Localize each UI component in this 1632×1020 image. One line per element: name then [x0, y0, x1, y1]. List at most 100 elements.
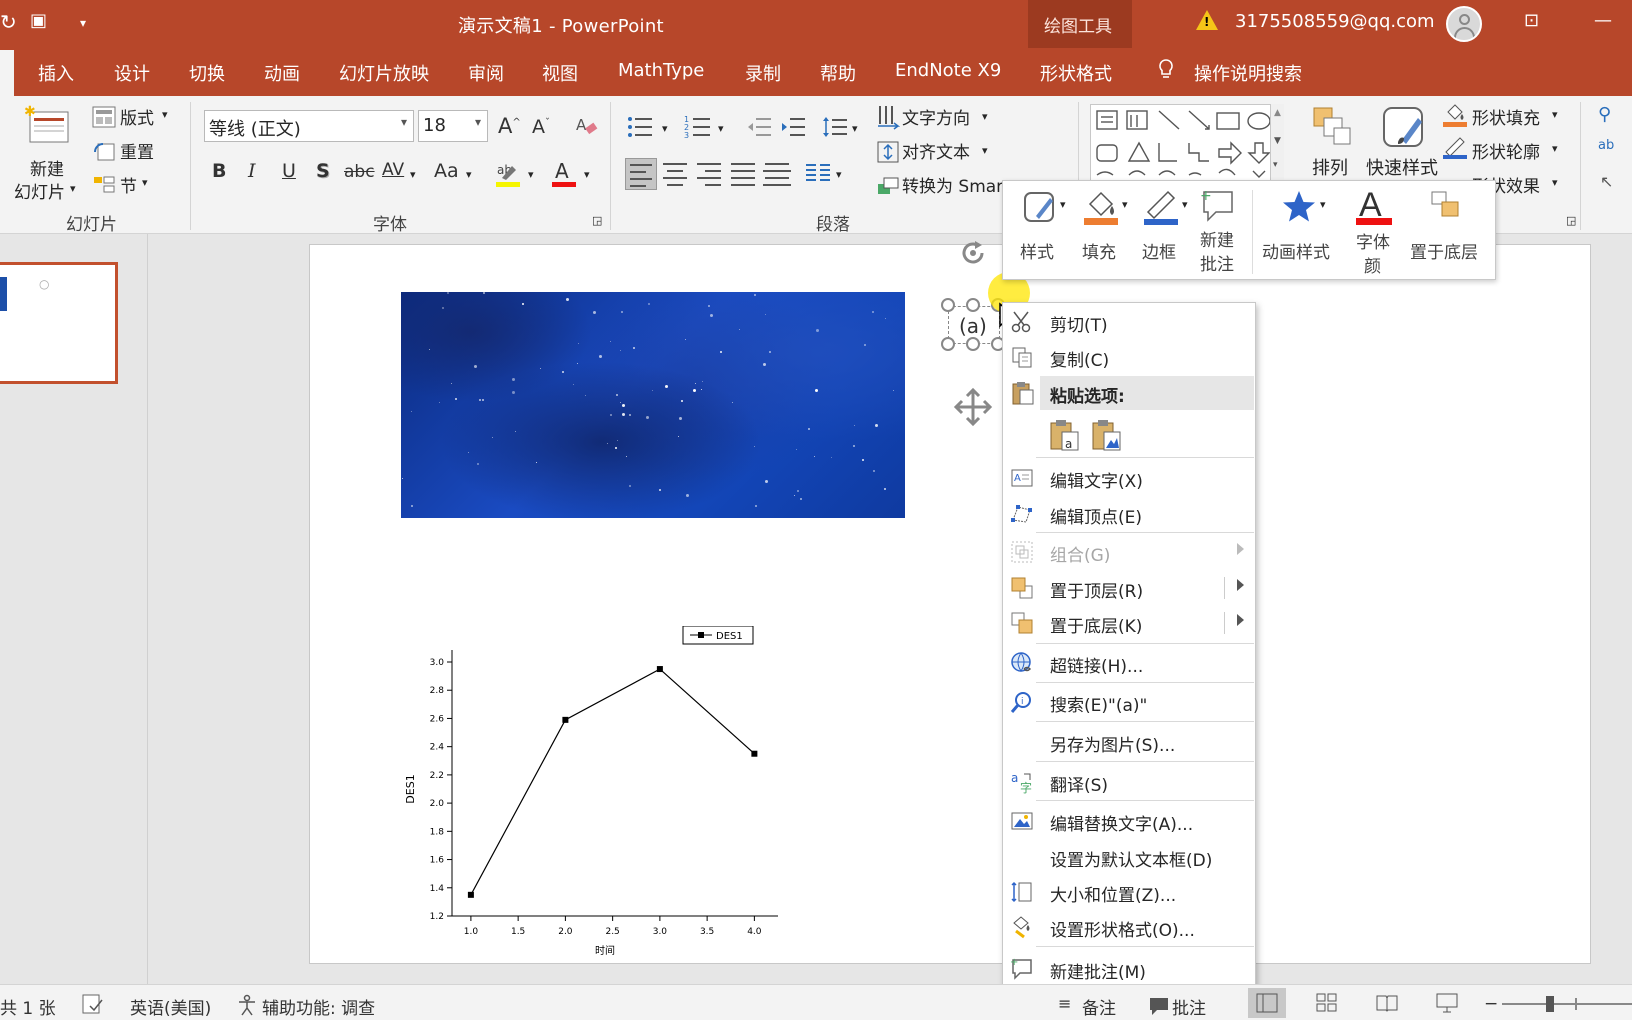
- align-center-button[interactable]: [659, 158, 691, 190]
- tab-home-sliver[interactable]: [0, 50, 14, 96]
- align-text-icon[interactable]: [876, 140, 900, 164]
- distributed-button[interactable]: [761, 158, 793, 190]
- section-dropdown-icon[interactable]: ▾: [142, 176, 148, 189]
- tab-review[interactable]: 审阅: [468, 60, 504, 86]
- text-direction-dropdown-icon[interactable]: ▾: [982, 110, 988, 123]
- avatar[interactable]: [1446, 6, 1482, 42]
- paste-keep-text-icon[interactable]: a: [1048, 418, 1080, 452]
- menu-item-search[interactable]: i 搜索(E)"(a)": [1002, 685, 1256, 719]
- move-icon[interactable]: [952, 386, 994, 428]
- outline-icon[interactable]: [1142, 188, 1180, 226]
- shape-outline-button[interactable]: 形状轮廓: [1472, 138, 1540, 163]
- outline-button[interactable]: 边框: [1142, 238, 1176, 263]
- new-slide-label-2[interactable]: 幻灯片: [14, 178, 65, 203]
- change-case-dropdown-icon[interactable]: ▾: [466, 168, 472, 181]
- align-text-button[interactable]: 对齐文本: [902, 138, 970, 163]
- slide-count[interactable]: 共 1 张: [0, 994, 56, 1019]
- text-direction-button[interactable]: 文字方向: [902, 104, 970, 129]
- character-spacing-dropdown-icon[interactable]: ▾: [410, 168, 416, 181]
- layout-button[interactable]: 版式: [120, 104, 154, 129]
- tab-animations[interactable]: 动画: [264, 60, 300, 86]
- submenu-arrow-icon[interactable]: [1237, 614, 1244, 626]
- starfield-image[interactable]: [401, 292, 905, 518]
- slide-thumbnail-1[interactable]: ○: [0, 262, 118, 384]
- arrange-button[interactable]: 排列: [1312, 154, 1348, 180]
- arrange-icon[interactable]: [1310, 104, 1354, 148]
- language-status[interactable]: 英语(美国): [130, 994, 211, 1019]
- line-spacing-dropdown-icon[interactable]: ▾: [852, 122, 858, 135]
- slide-sorter-button[interactable]: [1308, 988, 1346, 1018]
- menu-item-copy[interactable]: 复制(C): [1002, 340, 1256, 374]
- font-color-icon[interactable]: A: [550, 158, 578, 188]
- zoom-slider[interactable]: [1502, 1003, 1632, 1005]
- fill-dropdown-icon[interactable]: ▾: [1122, 198, 1128, 211]
- font-size-dropdown-icon[interactable]: ▾: [475, 115, 481, 129]
- tab-record[interactable]: 录制: [745, 60, 781, 86]
- comments-button[interactable]: 批注: [1172, 994, 1206, 1019]
- find-icon[interactable]: ⚲: [1598, 104, 1611, 125]
- tell-me-search[interactable]: 操作说明搜索: [1194, 60, 1302, 86]
- font-name-dropdown-icon[interactable]: ▾: [401, 115, 407, 129]
- text-direction-icon[interactable]: [876, 104, 900, 130]
- spelling-check-icon[interactable]: [82, 994, 104, 1014]
- shape-fill-icon[interactable]: [1442, 102, 1468, 128]
- menu-item-hyperlink[interactable]: 超链接(H)...: [1002, 646, 1256, 680]
- tab-shape-format[interactable]: 形状格式: [1040, 60, 1112, 86]
- tab-transitions[interactable]: 切换: [189, 60, 225, 86]
- slideshow-view-button[interactable]: [1428, 988, 1466, 1018]
- align-text-dropdown-icon[interactable]: ▾: [982, 144, 988, 157]
- quick-styles-button[interactable]: 快速样式: [1366, 154, 1438, 180]
- shadow-button[interactable]: S: [316, 160, 330, 182]
- submenu-arrow-icon[interactable]: [1237, 579, 1244, 591]
- shape-fill-dropdown-icon[interactable]: ▾: [1552, 108, 1558, 121]
- menu-item-edit-points[interactable]: 编辑顶点(E): [1002, 497, 1256, 531]
- zoom-slider-thumb[interactable]: [1546, 996, 1554, 1012]
- new-comment-label-2[interactable]: 批注: [1200, 250, 1234, 275]
- highlight-color-icon[interactable]: ab: [494, 158, 522, 188]
- account-email[interactable]: 3175508559@qq.com: [1235, 11, 1435, 32]
- shape-outline-dropdown-icon[interactable]: ▾: [1552, 142, 1558, 155]
- decrease-indent-icon[interactable]: [746, 114, 772, 140]
- columns-dropdown-icon[interactable]: ▾: [836, 168, 842, 181]
- accessibility-icon[interactable]: [236, 994, 258, 1016]
- bullets-dropdown-icon[interactable]: ▾: [662, 122, 668, 135]
- resize-handle[interactable]: [941, 298, 955, 312]
- new-slide-label[interactable]: 新建: [30, 155, 64, 180]
- fill-button[interactable]: 填充: [1082, 238, 1116, 263]
- resize-handle[interactable]: [966, 337, 980, 351]
- menu-item-bring-to-front[interactable]: 置于顶层(R): [1002, 571, 1256, 605]
- change-case-button[interactable]: Aa: [434, 160, 459, 182]
- accessibility-status[interactable]: 辅助功能: 调查: [262, 994, 375, 1019]
- section-button[interactable]: 节: [120, 172, 137, 197]
- replace-icon[interactable]: ab: [1598, 138, 1614, 153]
- align-left-button[interactable]: [625, 158, 657, 190]
- zoom-out-icon[interactable]: −: [1484, 994, 1498, 1014]
- style-button[interactable]: 样式: [1020, 238, 1054, 263]
- tab-slideshow[interactable]: 幻灯片放映: [339, 60, 429, 86]
- menu-item-translate[interactable]: a字 翻译(S): [1002, 765, 1256, 799]
- shapes-gallery-icons[interactable]: [1093, 107, 1273, 179]
- columns-icon[interactable]: [804, 160, 832, 186]
- shape-effects-dropdown-icon[interactable]: ▾: [1552, 176, 1558, 189]
- character-spacing-button[interactable]: AV: [382, 160, 404, 180]
- new-comment-icon[interactable]: +: [1200, 188, 1238, 222]
- select-icon[interactable]: ↖: [1600, 172, 1613, 191]
- tab-help[interactable]: 帮助: [820, 60, 856, 86]
- bullets-icon[interactable]: [626, 114, 654, 140]
- underline-button[interactable]: U: [282, 160, 296, 182]
- highlight-dropdown-icon[interactable]: ▾: [528, 168, 534, 181]
- menu-item-edit-alt-text[interactable]: 编辑替换文字(A)...: [1002, 804, 1256, 838]
- menu-item-save-as-picture[interactable]: 另存为图片(S)...: [1002, 725, 1256, 759]
- bold-button[interactable]: B: [212, 160, 226, 182]
- font-color-dropdown-icon[interactable]: ▾: [584, 168, 590, 181]
- menu-item-send-to-back[interactable]: 置于底层(K): [1002, 606, 1256, 640]
- selected-textbox-text[interactable]: (a): [959, 314, 987, 338]
- justify-button[interactable]: [727, 158, 759, 190]
- minimize-icon[interactable]: —: [1594, 10, 1612, 31]
- line-spacing-icon[interactable]: [822, 114, 848, 140]
- tab-design[interactable]: 设计: [114, 60, 150, 86]
- italic-button[interactable]: I: [248, 160, 256, 182]
- reading-view-button[interactable]: [1368, 988, 1406, 1018]
- animation-dropdown-icon[interactable]: ▾: [1320, 198, 1326, 211]
- send-to-back-icon[interactable]: [1428, 188, 1464, 222]
